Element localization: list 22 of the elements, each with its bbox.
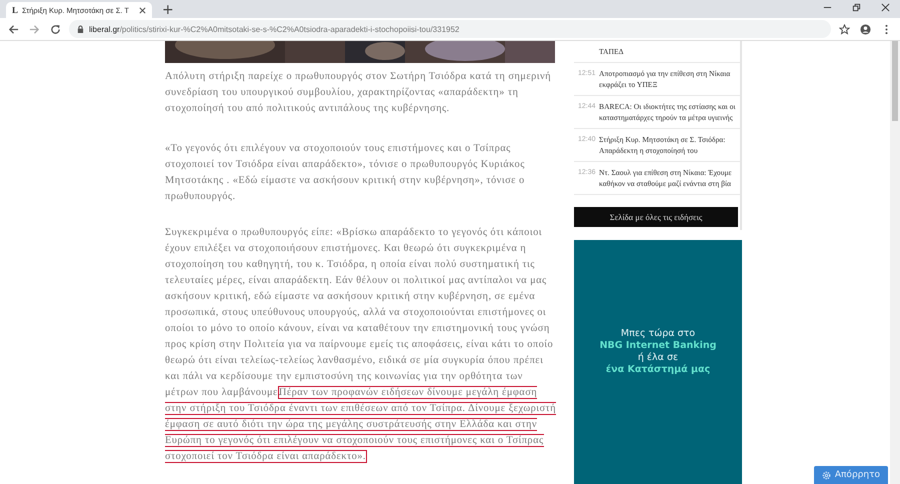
- article-paragraph: «Το γεγονός ότι επιλέγουν να στοχοποιούν τους επιστήμονες και ο Τσίπρας στοχοποιεί τον Τσιόδρα είναι απαράδεκτο», τόνισε ο πρωθυπουργός Κυριάκος Μητσοτάκης . «Εδώ είμαστε να ασκήσουν κριτική στην κυβέρνηση», τόνισε ο πρωθυπουργός.: [165, 142, 526, 204]
- ad-text: NBG Internet Banking: [600, 340, 716, 352]
- ad-text: ή έλα σε: [638, 352, 678, 364]
- site-favicon: L: [12, 5, 18, 15]
- account-icon[interactable]: [858, 24, 873, 34]
- ad-banner[interactable]: Μπες τώρα στο NBG Internet Banking ή έλα σε ένα Κατάστημά μας: [574, 240, 742, 484]
- back-arrow-icon[interactable]: [6, 24, 21, 34]
- settings-icon: [822, 470, 831, 480]
- ad-text: ένα Κατάστημά μας: [606, 364, 710, 376]
- url-text: liberal.gr/politics/stirixi-kur-%C2%A0mitsotaki-se-s-%C2%A0tsiodra-aparadekti-i-stochopoiisi-tou/331952: [89, 24, 460, 34]
- all-news-button[interactable]: Σελίδα με όλες τις ειδήσεις: [574, 207, 738, 227]
- address-bar[interactable]: liberal.gr/politics/stirixi-kur-%C2%A0mitsotaki-se-s-%C2%A0tsiodra-aparadekti-i-stochopoiisi-tou/331952: [69, 20, 831, 38]
- close-icon[interactable]: [139, 6, 146, 14]
- scrollbar[interactable]: [890, 41, 900, 484]
- lock-icon: [77, 24, 84, 34]
- restore-icon[interactable]: [852, 2, 861, 12]
- new-tab-button[interactable]: +: [156, 2, 180, 18]
- close-icon[interactable]: [881, 2, 890, 12]
- article-paragraph: Απόλυτη στήριξη παρείχε ο πρωθυπουργός στον Σωτήρη Τσιόδρα κατά τη σημερινή συνεδρίαση του υπουργικού συμβουλίου, χαρακτηρίζοντας «απαράδεκτη» τη στοχοποίησή του από πολιτικούς αντιπάλους της κυβέρνησης.: [165, 70, 552, 116]
- reload-icon[interactable]: [48, 24, 63, 34]
- star-icon[interactable]: [837, 24, 852, 34]
- ad-text: Μπες τώρα στο: [620, 328, 696, 340]
